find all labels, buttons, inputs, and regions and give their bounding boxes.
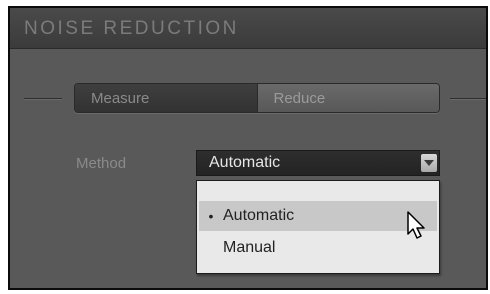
method-label: Method: [76, 155, 127, 172]
measure-tab[interactable]: Measure: [75, 84, 258, 112]
divider-right: [450, 98, 486, 100]
menu-item-label: Automatic: [223, 207, 295, 224]
chevron-down-icon[interactable]: [421, 154, 437, 172]
mode-segmented-control: Measure Reduce: [74, 83, 440, 113]
menu-item-label: Manual: [223, 239, 276, 256]
noise-reduction-panel: NOISE REDUCTION Measure Reduce Method Au…: [8, 6, 488, 290]
divider-left: [24, 98, 62, 100]
method-select-value: Automatic: [209, 154, 281, 171]
selected-bullet-icon: •: [208, 208, 214, 224]
panel-header: NOISE REDUCTION: [10, 8, 486, 49]
reduce-tab[interactable]: Reduce: [257, 84, 439, 112]
method-select[interactable]: Automatic: [196, 150, 440, 176]
method-dropdown-menu: • Automatic Manual: [196, 180, 440, 274]
panel-title: NOISE REDUCTION: [24, 18, 239, 39]
mouse-cursor-icon: [407, 211, 425, 239]
menu-item-manual[interactable]: Manual: [199, 233, 437, 263]
menu-item-automatic[interactable]: • Automatic: [199, 201, 437, 231]
